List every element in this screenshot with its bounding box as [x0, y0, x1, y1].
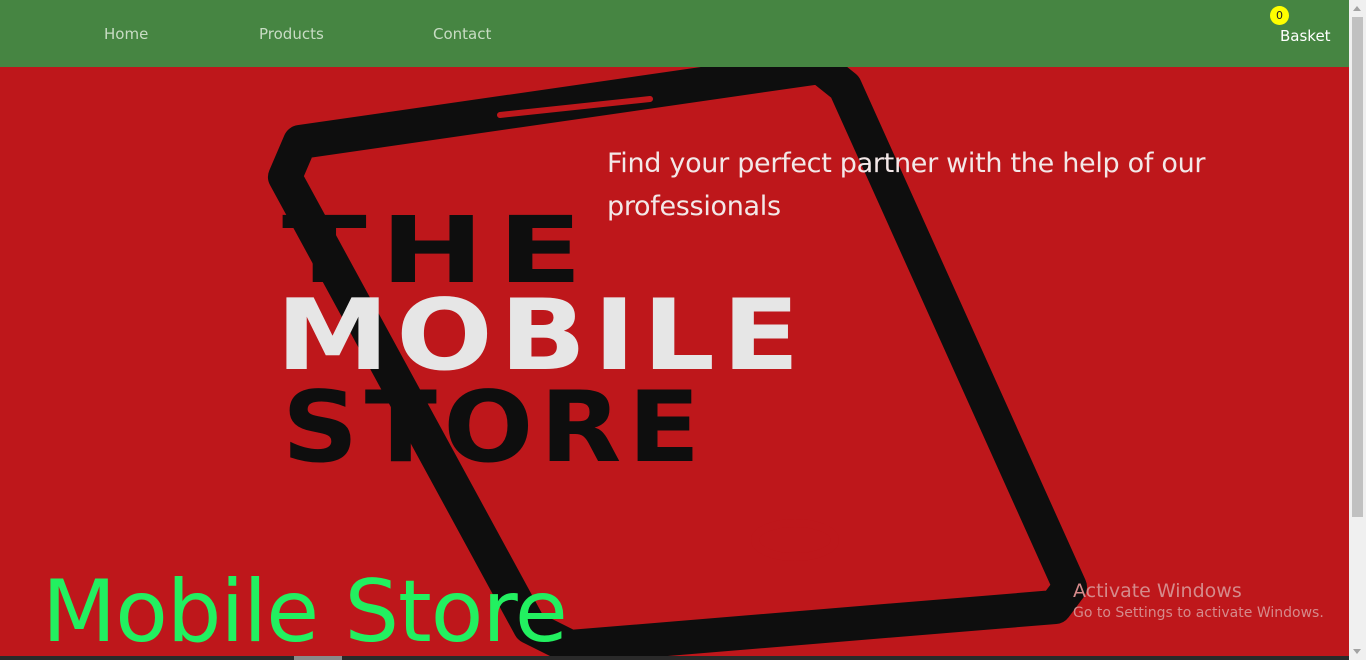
- scroll-up-arrow-icon[interactable]: [1353, 6, 1361, 11]
- vertical-scrollbar[interactable]: [1349, 0, 1366, 660]
- basket-count-badge: 0: [1270, 6, 1289, 25]
- top-navbar: Home Products Contact 0 Basket: [0, 0, 1349, 67]
- store-title: Mobile Store: [42, 561, 568, 656]
- logo-word-store: STORE: [282, 371, 707, 485]
- activate-windows-title: Activate Windows: [1073, 580, 1242, 602]
- activate-windows-subtitle: Go to Settings to activate Windows.: [1073, 605, 1324, 621]
- hero-banner: THE MOBILE STORE Find your perfect partn…: [0, 67, 1349, 656]
- scroll-down-arrow-icon[interactable]: [1353, 649, 1361, 654]
- vertical-scrollbar-thumb[interactable]: [1352, 17, 1363, 517]
- horizontal-scrollbar-thumb[interactable]: [294, 656, 342, 660]
- horizontal-scrollbar[interactable]: [0, 656, 1349, 660]
- basket-link[interactable]: Basket: [1280, 27, 1331, 45]
- nav-home-link[interactable]: Home: [104, 25, 148, 43]
- nav-contact-link[interactable]: Contact: [433, 25, 491, 43]
- page: Home Products Contact 0 Basket THE MOBIL…: [0, 0, 1366, 660]
- nav-products-link[interactable]: Products: [259, 25, 324, 43]
- hero-tagline: Find your perfect partner with the help …: [607, 148, 1206, 223]
